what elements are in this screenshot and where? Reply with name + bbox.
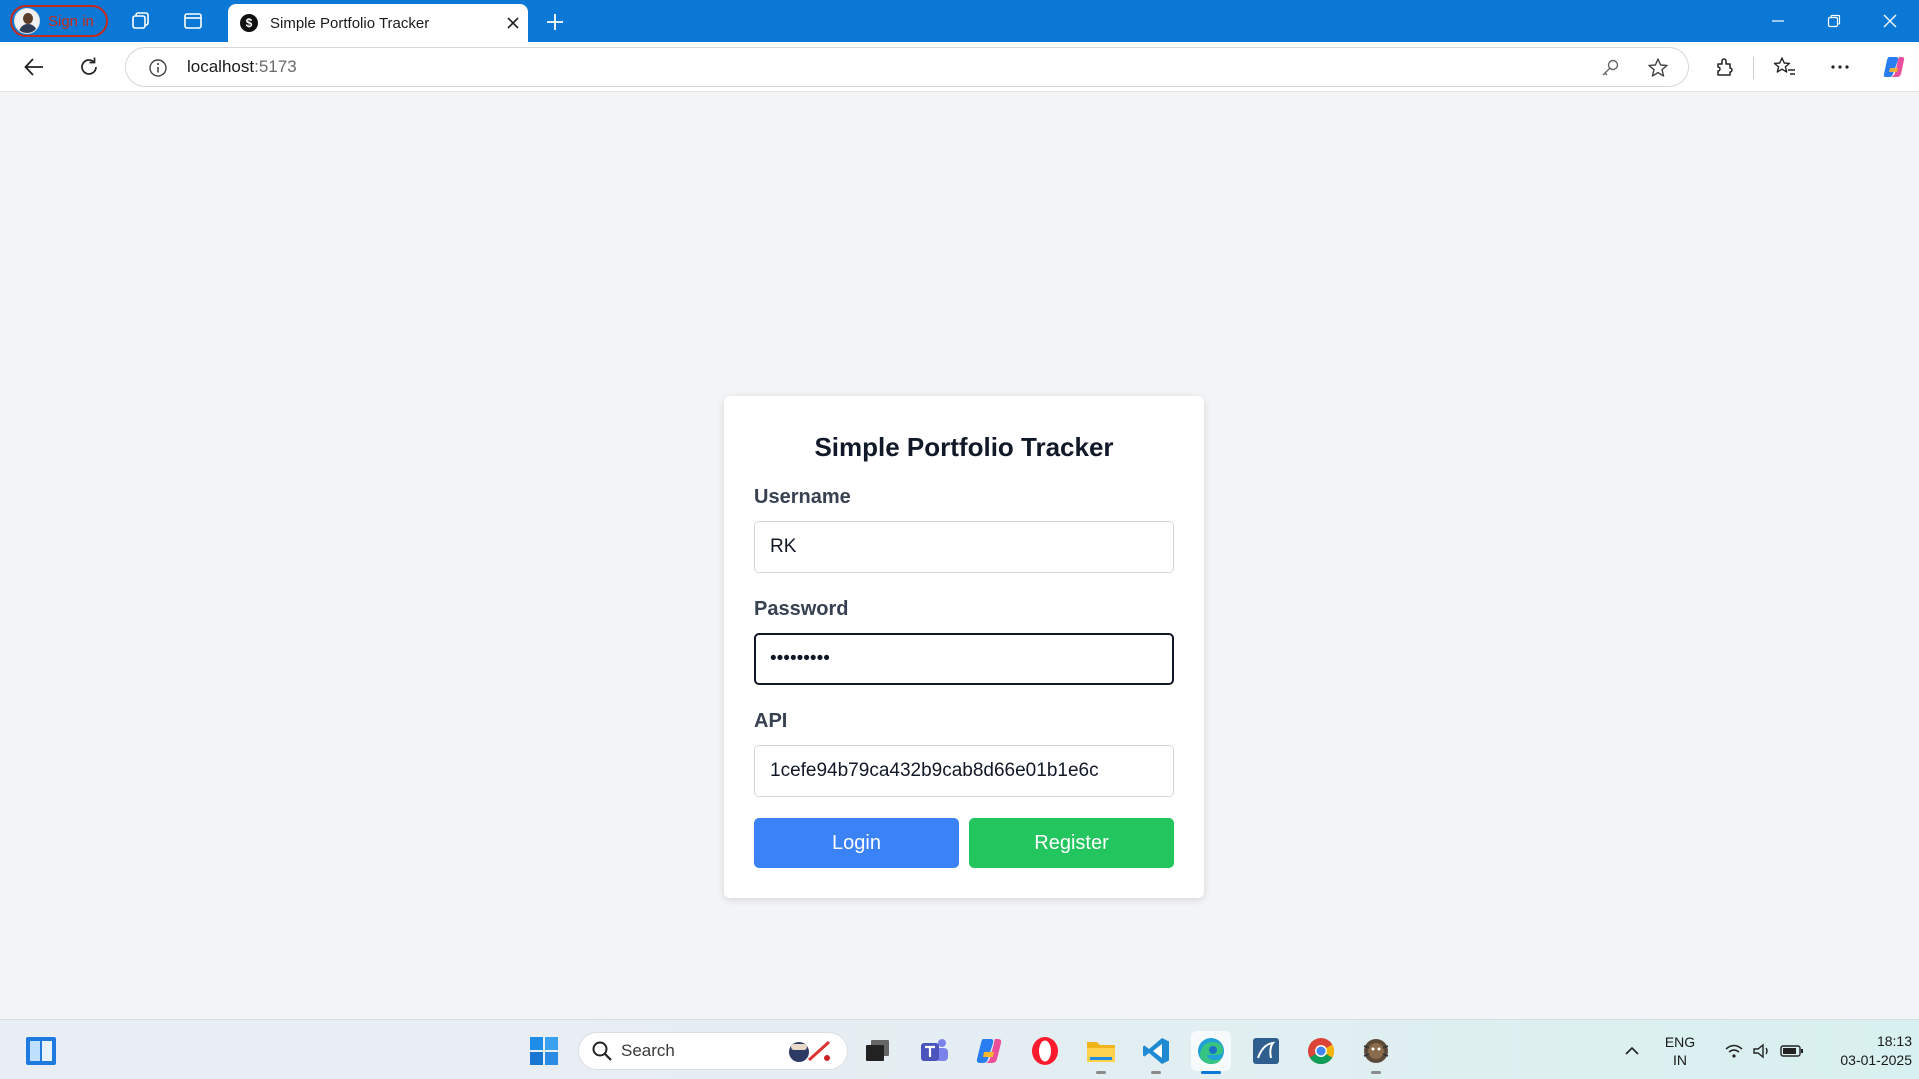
api-key-input[interactable] xyxy=(754,745,1174,797)
url-port: :5173 xyxy=(254,57,297,76)
workspaces-icon[interactable] xyxy=(129,9,153,33)
restore-icon[interactable] xyxy=(1806,0,1862,42)
favorite-star-icon[interactable] xyxy=(1647,57,1669,79)
password-input[interactable] xyxy=(754,633,1174,685)
tab-actions-icon[interactable] xyxy=(181,9,205,33)
page-viewport: Simple Portfolio Tracker Username Passwo… xyxy=(4,92,1915,1017)
chrome-icon[interactable] xyxy=(1301,1031,1341,1071)
search-icon xyxy=(592,1041,612,1061)
api-label: API xyxy=(754,710,788,732)
address-bar[interactable]: localhost:5173 xyxy=(125,47,1689,87)
close-window-icon[interactable] xyxy=(1862,0,1918,42)
site-info-icon[interactable] xyxy=(147,57,169,79)
search-placeholder: Search xyxy=(621,1041,675,1060)
wifi-icon xyxy=(1725,1044,1743,1058)
login-button[interactable]: Login xyxy=(754,818,959,868)
minimize-icon[interactable] xyxy=(1750,0,1806,42)
language-line1: ENG xyxy=(1664,1034,1696,1050)
profile-sign-in-button[interactable]: Sign in xyxy=(10,5,108,37)
tab-favicon-icon: $ xyxy=(240,14,258,32)
taskbar-search[interactable]: Search xyxy=(578,1032,848,1070)
running-indicator xyxy=(1151,1071,1161,1074)
username-input[interactable] xyxy=(754,521,1174,573)
page-title: Simple Portfolio Tracker xyxy=(814,432,1114,462)
tab-title: Simple Portfolio Tracker xyxy=(270,14,430,32)
favorites-icon[interactable] xyxy=(1772,54,1798,80)
clock[interactable]: 18:13 03-01-2025 xyxy=(1812,1032,1912,1070)
opera-icon[interactable] xyxy=(1025,1031,1065,1071)
url-host: localhost xyxy=(187,57,255,76)
browser-toolbar: localhost:5173 xyxy=(0,42,1919,92)
new-tab-icon[interactable] xyxy=(542,9,568,35)
tab-close-icon[interactable] xyxy=(498,8,528,38)
volume-icon xyxy=(1753,1043,1768,1059)
battery-icon xyxy=(1780,1045,1803,1057)
running-indicator xyxy=(1371,1071,1381,1074)
refresh-icon[interactable] xyxy=(72,51,106,83)
password-label: Password xyxy=(754,598,849,620)
vscode-icon[interactable] xyxy=(1136,1031,1176,1074)
username-label: Username xyxy=(754,486,851,508)
copilot-app-icon[interactable] xyxy=(969,1031,1009,1071)
mysql-workbench-icon[interactable] xyxy=(1246,1031,1286,1071)
extensions-icon[interactable] xyxy=(1712,54,1738,80)
login-card: Simple Portfolio Tracker Username Passwo… xyxy=(724,396,1204,898)
language-line2: IN xyxy=(1673,1052,1687,1068)
active-tab[interactable]: $ Simple Portfolio Tracker xyxy=(228,4,528,42)
windows-taskbar: Search ENG IN 18:13 03-01-2025 xyxy=(0,1019,1919,1079)
quick-settings[interactable] xyxy=(1708,1031,1820,1071)
show-hidden-icons-chevron-icon[interactable] xyxy=(1612,1031,1652,1071)
password-key-icon[interactable] xyxy=(1599,57,1621,79)
bug-app-icon[interactable] xyxy=(1356,1031,1396,1074)
running-indicator xyxy=(1096,1071,1106,1074)
search-highlight-icon xyxy=(789,1040,831,1062)
browser-titlebar: Sign in $ Simple Portfolio Tracker xyxy=(0,0,1919,42)
copilot-icon[interactable] xyxy=(1881,54,1907,80)
back-icon[interactable] xyxy=(17,51,51,83)
avatar xyxy=(14,8,40,34)
profile-label: Sign in xyxy=(48,12,94,30)
widgets-icon[interactable] xyxy=(21,1031,61,1071)
teams-icon[interactable] xyxy=(914,1031,954,1071)
edge-icon[interactable] xyxy=(1191,1031,1231,1074)
file-explorer-icon[interactable] xyxy=(1081,1031,1121,1074)
active-indicator xyxy=(1201,1071,1221,1074)
clock-date: 03-01-2025 xyxy=(1840,1052,1912,1068)
toolbar-divider xyxy=(1753,57,1754,79)
register-button[interactable]: Register xyxy=(969,818,1174,868)
more-options-icon[interactable] xyxy=(1827,54,1853,80)
start-button-icon[interactable] xyxy=(524,1031,564,1071)
language-indicator[interactable]: ENG IN xyxy=(1660,1033,1700,1069)
clock-time: 18:13 xyxy=(1876,1033,1912,1049)
task-view-icon[interactable] xyxy=(858,1031,898,1071)
